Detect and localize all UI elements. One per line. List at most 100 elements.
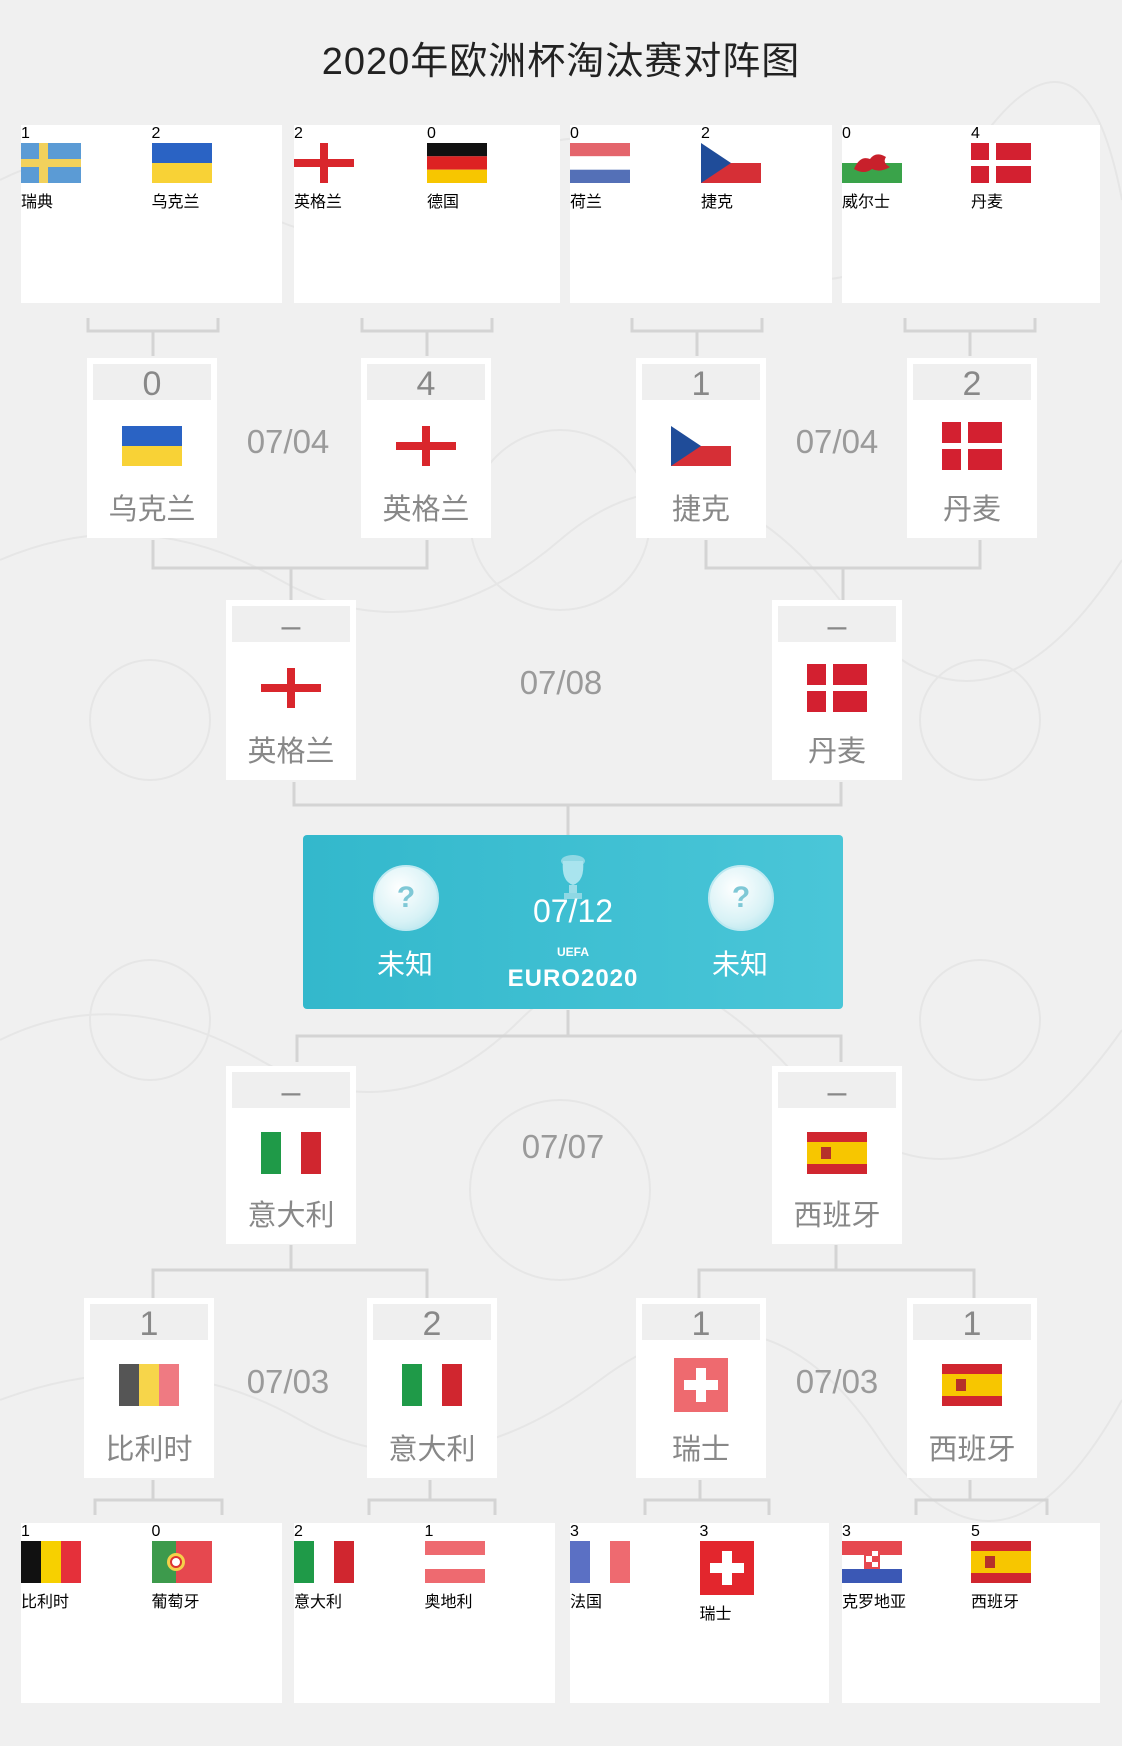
belgium-flag-icon [119, 1364, 179, 1406]
team-name: 丹麦 [942, 494, 1001, 526]
score: 1 [642, 1304, 760, 1343]
score: 0 [93, 364, 211, 403]
team-name: 乌克兰 [108, 494, 196, 526]
germany-flag-icon [427, 143, 487, 183]
qf-card-italy[interactable]: 2 意大利 [367, 1298, 497, 1478]
team-name: 捷克 [701, 194, 734, 211]
denmark-flag-icon [971, 143, 1031, 183]
team-name: 捷克 [671, 494, 730, 526]
final-card[interactable]: ? 未知 07/12 UEFA EURO2020 ? 未知 [303, 835, 843, 1009]
team-name: 瑞士 [699, 1606, 732, 1623]
team-name: 意大利 [294, 1594, 343, 1611]
sf-card-denmark[interactable]: – 丹麦 [772, 600, 902, 780]
team-slot: 2 捷克 [701, 125, 832, 303]
austria-flag-icon [424, 1541, 485, 1583]
team-slot: 1 奥地利 [424, 1523, 556, 1703]
final-right-team: 未知 [711, 949, 768, 980]
team-name: 比利时 [105, 1434, 193, 1466]
sweden-flag-icon [21, 143, 81, 183]
team-slot: 4 丹麦 [971, 125, 1100, 303]
qf-card-belgium[interactable]: 1 比利时 [84, 1298, 214, 1478]
team-name: 西班牙 [971, 1594, 1020, 1611]
team-slot: 1 瑞典 [21, 125, 152, 303]
page-title: 2020年欧洲杯淘汰赛对阵图 [321, 41, 801, 83]
qf-date-bottom-left: 07/03 [246, 1363, 330, 1400]
score: 1 [642, 364, 760, 403]
czech-flag-icon [671, 426, 731, 466]
qf-card-england[interactable]: 4 英格兰 [361, 358, 491, 538]
spain-flag-icon [971, 1541, 1031, 1583]
sf-date-bottom: 07/07 [521, 1128, 605, 1165]
team-slot: 5 西班牙 [971, 1523, 1100, 1703]
score: – [778, 606, 896, 645]
score: 0 [427, 125, 436, 142]
score: 2 [373, 1304, 491, 1343]
team-slot: 0 德国 [427, 125, 560, 303]
team-slot: 3 瑞士 [699, 1523, 830, 1703]
team-name: 奥地利 [424, 1594, 473, 1611]
qf-card-czech[interactable]: 1 捷克 [636, 358, 766, 538]
team-name: 法国 [570, 1594, 603, 1611]
score: 2 [294, 125, 303, 142]
team-name: 意大利 [247, 1200, 335, 1232]
match-card-r16-bottom-1[interactable]: 1 比利时 0 葡萄牙 [21, 1523, 282, 1703]
team-name: 丹麦 [971, 194, 1004, 211]
team-name: 德国 [427, 194, 460, 211]
team-name: 英格兰 [247, 736, 335, 768]
sf-card-spain[interactable]: – 西班牙 [772, 1066, 902, 1244]
match-card-r16-top-3[interactable]: 0 荷兰 2 捷克 [570, 125, 832, 303]
england-flag-icon [261, 668, 321, 708]
sf-card-england[interactable]: – 英格兰 [226, 600, 356, 780]
score: 5 [971, 1523, 980, 1540]
czech-flag-icon [701, 143, 761, 183]
team-name: 瑞典 [21, 194, 54, 211]
team-name: 荷兰 [570, 194, 603, 211]
score: 3 [570, 1523, 579, 1540]
team-name: 英格兰 [294, 194, 343, 211]
england-flag-icon [294, 143, 354, 183]
team-slot: 0 荷兰 [570, 125, 701, 303]
team-name: 比利时 [21, 1594, 70, 1611]
team-slot: 3 法国 [570, 1523, 700, 1703]
match-card-r16-bottom-2[interactable]: 2 意大利 1 奥地利 [294, 1523, 555, 1703]
qf-card-switzerland[interactable]: 1 瑞士 [636, 1298, 766, 1478]
score: 1 [424, 1523, 434, 1540]
score: 2 [701, 125, 710, 142]
switzerland-flag-icon [674, 1358, 728, 1412]
team-name: 英格兰 [382, 494, 470, 526]
qf-card-spain[interactable]: 1 西班牙 [907, 1298, 1037, 1478]
qf-date-bottom-right: 07/03 [795, 1363, 879, 1400]
sf-card-italy[interactable]: – 意大利 [226, 1066, 356, 1244]
match-card-r16-top-4[interactable]: 0 威尔士 4 丹麦 [842, 125, 1100, 303]
denmark-flag-icon [942, 422, 1002, 470]
team-name: 威尔士 [842, 194, 891, 211]
team-name: 西班牙 [928, 1434, 1016, 1466]
qf-card-ukraine[interactable]: 0 乌克兰 [87, 358, 217, 538]
match-card-r16-top-1[interactable]: 1 瑞典 2 乌克兰 [21, 125, 282, 303]
spain-flag-icon [807, 1132, 867, 1174]
qf-date-right: 07/04 [795, 423, 879, 460]
score: 1 [90, 1304, 208, 1343]
score: 1 [913, 1304, 1031, 1343]
team-name: 葡萄牙 [151, 1594, 200, 1611]
score: 2 [294, 1523, 303, 1540]
score: 4 [367, 364, 485, 403]
match-card-r16-top-2[interactable]: 2 英格兰 0 德国 [294, 125, 560, 303]
team-slot: 0 葡萄牙 [151, 1523, 283, 1703]
qf-date-left: 07/04 [246, 423, 330, 460]
score: 1 [21, 125, 30, 142]
score: – [232, 606, 350, 645]
switzerland-flag-icon [699, 1541, 754, 1595]
match-card-r16-bottom-3[interactable]: 3 法国 3 瑞士 [570, 1523, 829, 1703]
team-name: 西班牙 [793, 1200, 881, 1232]
unknown-team-ball-icon: ? [708, 865, 774, 931]
team-slot: 0 威尔士 [842, 125, 971, 303]
sf-date-top: 07/08 [519, 664, 603, 701]
england-flag-icon [396, 426, 456, 466]
denmark-flag-icon [807, 664, 867, 712]
qf-card-denmark[interactable]: 2 丹麦 [907, 358, 1037, 538]
score: 4 [971, 125, 980, 142]
match-card-r16-bottom-4[interactable]: 3 克罗地亚 5 西班牙 [842, 1523, 1100, 1703]
team-slot: 2 乌克兰 [151, 125, 283, 303]
score: 0 [842, 125, 851, 142]
